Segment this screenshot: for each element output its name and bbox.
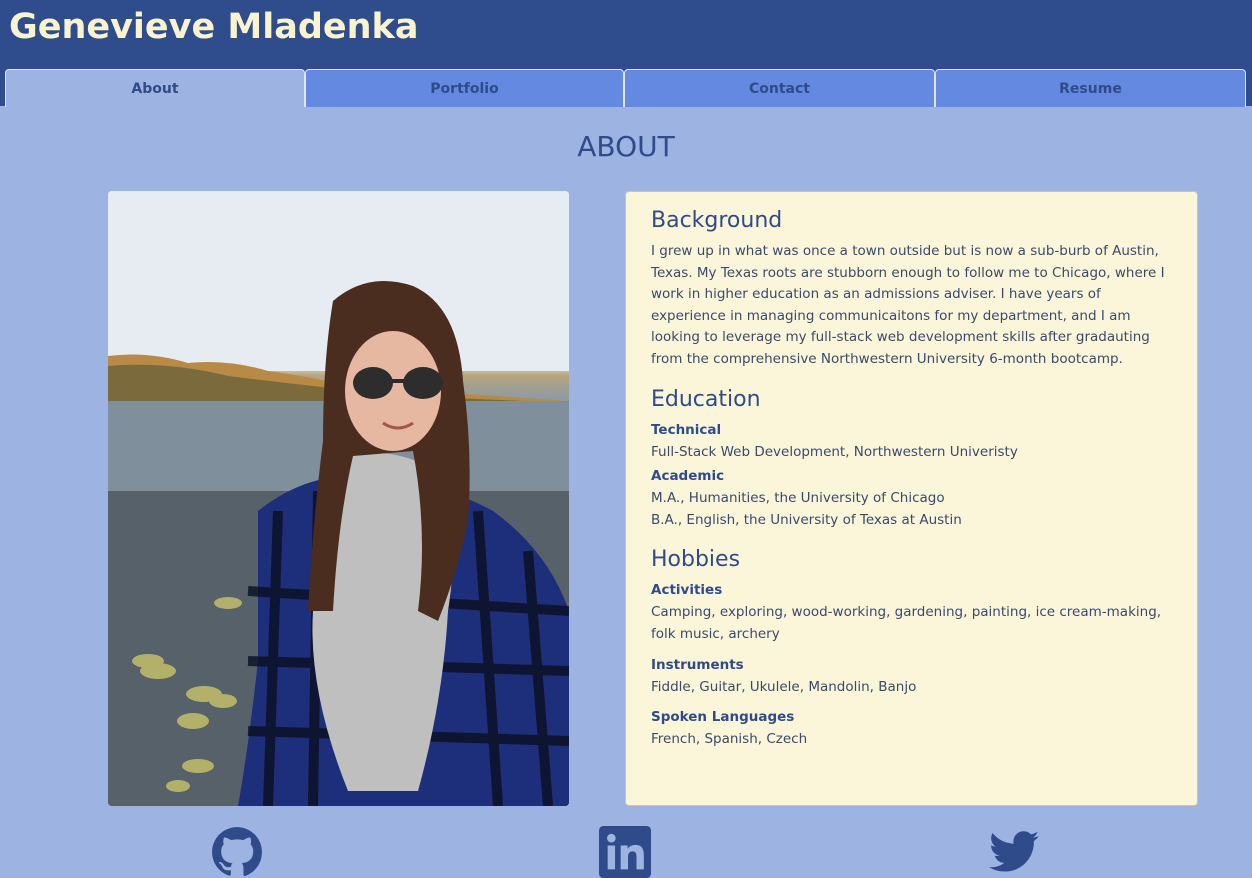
- twitter-icon-glyph: [989, 831, 1039, 872]
- activities-text: Camping, exploring, wood-working, garden…: [651, 604, 1162, 642]
- academic-item: M.A., Humanities, the University of Chic…: [651, 490, 945, 507]
- languages-label: Spoken Languages: [651, 709, 795, 726]
- technical-item: Full-Stack Web Development, Northwestern…: [651, 443, 1018, 460]
- twitter-icon[interactable]: [988, 826, 1040, 878]
- about-card: Background I grew up in what was once a …: [625, 191, 1198, 806]
- education-heading: Education: [651, 386, 761, 412]
- tab-contact[interactable]: Contact: [624, 69, 935, 107]
- site-header: Genevieve Mladenka About Portfolio Conta…: [0, 0, 1252, 107]
- profile-photo: [108, 191, 569, 806]
- tab-portfolio[interactable]: Portfolio: [305, 69, 624, 107]
- tab-about[interactable]: About: [5, 69, 305, 107]
- github-icon-glyph: [212, 827, 262, 876]
- background-section: Background I grew up in what was once a …: [651, 207, 1172, 371]
- instruments-text: Fiddle, Guitar, Ukulele, Mandolin, Banjo: [651, 678, 917, 695]
- background-heading: Background: [651, 208, 783, 233]
- background-text: I grew up in what was once a town outsid…: [651, 243, 1165, 367]
- site-title: Genevieve Mladenka: [9, 7, 419, 47]
- profile-photo-illustration: [108, 191, 569, 806]
- instruments-label: Instruments: [651, 656, 744, 673]
- hobbies-heading: Hobbies: [651, 547, 741, 573]
- education-section: Education Technical Full-Stack Web Devel…: [651, 386, 1172, 532]
- hobbies-section: Hobbies Activities Camping, exploring, w…: [651, 546, 1172, 750]
- github-icon[interactable]: [211, 826, 263, 878]
- page-title: ABOUT: [577, 130, 675, 163]
- technical-label: Technical: [651, 421, 722, 438]
- linkedin-icon[interactable]: [599, 826, 651, 878]
- linkedin-icon-glyph: [599, 826, 651, 878]
- academic-item: B.A., English, the University of Texas a…: [651, 511, 962, 528]
- tab-resume[interactable]: Resume: [935, 69, 1246, 107]
- activities-label: Activities: [651, 582, 723, 599]
- academic-label: Academic: [651, 468, 725, 485]
- languages-text: French, Spanish, Czech: [651, 731, 808, 748]
